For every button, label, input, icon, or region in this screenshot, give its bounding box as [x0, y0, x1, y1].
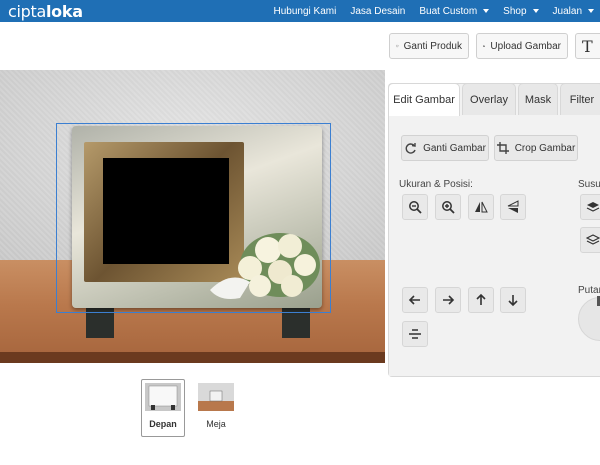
nav-buat-custom-label: Buat Custom: [419, 5, 478, 17]
tab-edit-gambar[interactable]: Edit Gambar: [388, 83, 460, 116]
caret-down-icon: [588, 9, 594, 13]
layers-up-icon: [586, 202, 600, 212]
text-icon: T: [582, 36, 593, 56]
flip-vertical-icon: [507, 200, 519, 213]
top-navbar: ciptaloka Hubungi Kami Jasa Desain Buat …: [0, 0, 600, 22]
editor-tabs: Edit Gambar Overlay Mask Filter: [388, 83, 600, 116]
nav-shop-label: Shop: [503, 5, 527, 17]
crop-gambar-label: Crop Gambar: [514, 142, 576, 154]
arrow-up-icon: [476, 293, 486, 305]
ukuran-posisi-label: Ukuran & Posisi:: [399, 179, 473, 190]
selection-box[interactable]: [56, 123, 331, 313]
nav-hubungi-kami[interactable]: Hubungi Kami: [274, 6, 337, 17]
thumbnail-meja[interactable]: Meja: [194, 379, 238, 437]
caret-down-icon: [532, 9, 539, 13]
ganti-gambar-button[interactable]: Ganti Gambar: [401, 135, 489, 161]
table-edge: [0, 352, 385, 363]
nav-jualan-label: Jualan: [552, 5, 582, 17]
zoom-out-button[interactable]: [402, 194, 428, 220]
logo-part2: loka: [45, 2, 83, 21]
shirt-icon: [396, 44, 399, 48]
zoom-in-button[interactable]: [435, 194, 461, 220]
flip-horizontal-icon: [475, 201, 488, 213]
layers-down-icon: [586, 234, 600, 245]
logo-part1: cipta: [8, 2, 46, 21]
thumbnail-depan-image: [145, 383, 181, 411]
tab-filter-label: Filter: [569, 93, 595, 106]
product-canvas[interactable]: [0, 70, 385, 363]
refresh-icon: [405, 142, 416, 154]
move-left-button[interactable]: [402, 287, 428, 313]
move-down-button[interactable]: [500, 287, 526, 313]
move-up-button[interactable]: [468, 287, 494, 313]
crop-gambar-button[interactable]: Crop Gambar: [494, 135, 578, 161]
ciptaloka-logo[interactable]: ciptaloka: [8, 2, 83, 21]
arrow-right-icon: [443, 295, 455, 305]
center-align-button[interactable]: [402, 321, 428, 347]
add-text-button[interactable]: T: [575, 33, 600, 59]
thumbnail-depan-label: Depan: [149, 419, 177, 429]
thumbnail-meja-label: Meja: [206, 419, 226, 429]
crop-icon: [496, 142, 509, 154]
susun-label: Susun: [578, 179, 600, 190]
putar-label: Putar: [578, 285, 600, 296]
tab-edit-gambar-label: Edit Gambar: [393, 94, 455, 106]
upload-gambar-button[interactable]: Upload Gambar: [476, 33, 568, 59]
thumbnail-meja-image: [198, 383, 234, 411]
tab-mask-label: Mask: [524, 93, 552, 106]
zoom-in-icon: [442, 201, 455, 214]
align-center-icon: [409, 329, 421, 339]
nav-jasa-desain-label: Jasa Desain: [350, 5, 406, 17]
move-right-button[interactable]: [435, 287, 461, 313]
upload-gambar-label: Upload Gambar: [490, 40, 561, 52]
tab-overlay[interactable]: Overlay: [462, 83, 516, 115]
caret-down-icon: [483, 9, 490, 13]
tab-mask[interactable]: Mask: [518, 83, 558, 115]
ganti-gambar-label: Ganti Gambar: [423, 142, 486, 154]
nav-jasa-desain[interactable]: Jasa Desain: [350, 6, 405, 17]
tab-overlay-label: Overlay: [470, 93, 508, 106]
nav-menu: Hubungi Kami Jasa Desain Buat Custom Sho…: [260, 0, 594, 22]
ganti-produk-label: Ganti Produk: [403, 40, 462, 52]
flip-horizontal-button[interactable]: [468, 194, 494, 220]
layer-down-button[interactable]: [580, 227, 600, 253]
nav-hubungi-kami-label: Hubungi Kami: [273, 5, 337, 17]
nav-buat-custom[interactable]: Buat Custom: [419, 5, 490, 17]
image-icon: [483, 45, 486, 47]
nav-jualan[interactable]: Jualan: [553, 6, 594, 17]
nav-shop[interactable]: Shop: [503, 5, 539, 17]
ganti-produk-button[interactable]: Ganti Produk: [389, 33, 469, 59]
tab-filter[interactable]: Filter: [560, 83, 600, 115]
layer-up-button[interactable]: [580, 194, 600, 220]
arrow-down-icon: [508, 295, 518, 307]
thumbnail-depan[interactable]: Depan: [141, 379, 185, 437]
flip-vertical-button[interactable]: [500, 194, 526, 220]
arrow-left-icon: [408, 295, 420, 305]
zoom-out-icon: [409, 201, 422, 214]
